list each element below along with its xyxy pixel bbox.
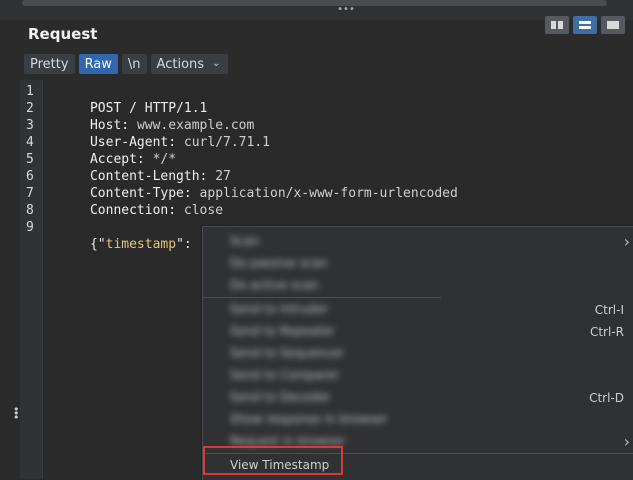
context-menu: Scan › Do passive scan Do active scan Se… bbox=[202, 226, 633, 480]
menu-shortcut: Ctrl-I bbox=[594, 303, 624, 317]
menu-item-label: Scan bbox=[230, 234, 260, 248]
tab-raw[interactable]: Raw bbox=[78, 54, 118, 74]
menu-item-label: Do passive scan bbox=[230, 256, 328, 270]
split-vertical-icon bbox=[551, 21, 563, 29]
header-value: */* bbox=[152, 152, 177, 167]
header-name: Connection: bbox=[89, 203, 184, 218]
menu-item-send-decoder[interactable]: Send to Decoder Ctrl-D bbox=[203, 387, 633, 409]
split-vertical-button[interactable] bbox=[545, 16, 569, 34]
menu-item-label: Send to Repeater bbox=[230, 324, 335, 338]
menu-shortcut: Ctrl-R bbox=[589, 325, 624, 339]
top-scroll-area: ••• bbox=[0, 0, 633, 20]
header-value: close bbox=[183, 203, 224, 218]
line-gutter: 1 2 3 4 5 6 7 8 9 bbox=[20, 80, 43, 479]
line-number: 7 bbox=[26, 186, 34, 201]
menu-item-label: Send to Comparer bbox=[230, 368, 340, 382]
side-resize-handle[interactable]: • • • bbox=[13, 404, 20, 423]
line-number: 3 bbox=[26, 118, 34, 133]
menu-shortcut: Ctrl-D bbox=[589, 391, 624, 405]
menu-item-label: Send to Intruder bbox=[230, 302, 329, 316]
menu-item-passive-scan[interactable]: Do passive scan bbox=[203, 253, 633, 275]
header-name: Content-Type: bbox=[89, 186, 200, 201]
menu-separator bbox=[203, 297, 441, 298]
actions-label: Actions bbox=[156, 56, 205, 72]
menu-item-active-scan[interactable]: Do active scan bbox=[203, 275, 633, 297]
header-value: 27 bbox=[215, 169, 231, 184]
request-method-path: POST / HTTP/1.1 bbox=[89, 101, 208, 116]
line-number: 5 bbox=[26, 152, 34, 167]
split-horizontal-icon bbox=[579, 21, 591, 29]
menu-item-label: Send to Sequencer bbox=[230, 346, 345, 360]
tab-pretty[interactable]: Pretty bbox=[24, 54, 75, 74]
menu-item-label: Do active scan bbox=[230, 278, 319, 292]
layout-toolbar bbox=[545, 16, 625, 34]
header-name: Host: bbox=[89, 118, 137, 133]
panel-title: Request bbox=[28, 25, 98, 43]
resize-handle[interactable]: ••• bbox=[336, 5, 356, 15]
header-value: curl/7.71.1 bbox=[183, 135, 270, 150]
annotation-highlight bbox=[203, 446, 343, 475]
json-key: timestamp bbox=[105, 237, 177, 252]
line-number: 1 bbox=[26, 84, 34, 99]
chevron-down-icon: ⌄ bbox=[212, 58, 221, 69]
line-number: 6 bbox=[26, 169, 34, 184]
menu-item-show-response[interactable]: Show response in browser bbox=[203, 409, 633, 431]
header-value: application/x-www-form-urlencoded bbox=[199, 186, 458, 201]
line-number: 2 bbox=[26, 101, 34, 116]
menu-item-label: Show response in browser bbox=[230, 412, 388, 426]
menu-item-send-sequencer[interactable]: Send to Sequencer bbox=[203, 343, 633, 365]
actions-menu[interactable]: Actions ⌄ bbox=[150, 54, 229, 74]
line-number-list: 1 2 3 4 5 6 7 8 9 bbox=[26, 83, 34, 236]
menu-item-send-repeater[interactable]: Send to Repeater Ctrl-R bbox=[203, 321, 633, 343]
single-panel-button[interactable] bbox=[601, 16, 625, 34]
split-horizontal-button[interactable] bbox=[573, 16, 597, 34]
header-name: Content-Length: bbox=[89, 169, 216, 184]
menu-item-scan[interactable]: Scan › bbox=[203, 231, 633, 253]
line-number: 8 bbox=[26, 203, 34, 218]
header-name: Accept: bbox=[89, 152, 153, 167]
line-number: 9 bbox=[26, 220, 34, 235]
single-panel-icon bbox=[607, 21, 619, 29]
header-name: User-Agent: bbox=[89, 135, 184, 150]
json-open: {" bbox=[89, 237, 106, 252]
tab-newline[interactable]: \n bbox=[121, 54, 147, 74]
request-line: POST / HTTP/1.1 bbox=[43, 83, 633, 116]
menu-item-send-comparer[interactable]: Send to Comparer bbox=[203, 365, 633, 387]
view-tabs: Pretty Raw \n Actions ⌄ bbox=[24, 54, 229, 74]
horizontal-scrollbar[interactable] bbox=[22, 0, 607, 6]
header-value: www.example.com bbox=[136, 118, 255, 133]
chevron-right-icon: › bbox=[623, 432, 630, 451]
menu-item-send-intruder[interactable]: Send to Intruder Ctrl-I bbox=[203, 299, 633, 321]
chevron-right-icon: › bbox=[623, 232, 630, 251]
menu-item-label: Send to Decoder bbox=[230, 390, 331, 404]
line-number: 4 bbox=[26, 135, 34, 150]
